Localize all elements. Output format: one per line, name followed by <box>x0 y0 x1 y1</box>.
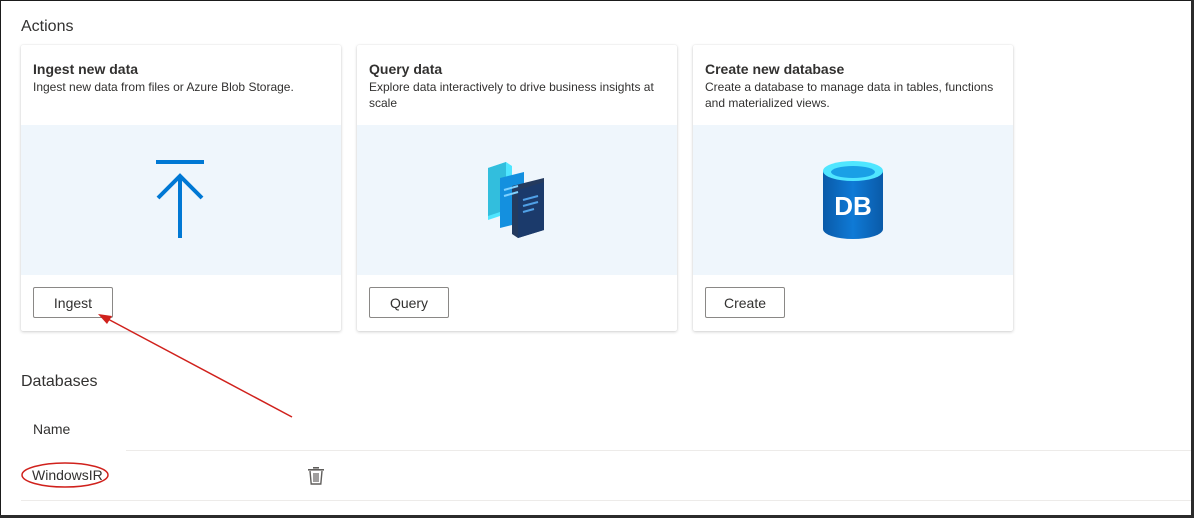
query-card: Query data Explore data interactively to… <box>357 45 677 331</box>
query-illustration <box>357 125 677 275</box>
db-icon-text: DB <box>834 191 872 221</box>
ingest-illustration <box>21 125 341 275</box>
create-card-description: Create a database to manage data in tabl… <box>705 80 994 110</box>
actions-heading: Actions <box>21 18 74 35</box>
table-header: Name <box>21 410 1194 451</box>
query-card-description: Explore data interactively to drive busi… <box>369 80 654 110</box>
table-row[interactable]: WindowsIR <box>21 451 1194 501</box>
column-header-name[interactable]: Name <box>33 421 70 437</box>
create-illustration: DB <box>693 125 1013 275</box>
databases-heading: Databases <box>21 373 98 390</box>
database-name-link[interactable]: WindowsIR <box>32 467 103 483</box>
trash-icon <box>308 467 324 485</box>
ingest-card: Ingest new data Ingest new data from fil… <box>21 45 341 331</box>
query-documents-icon <box>488 162 544 238</box>
upload-arrow-icon <box>156 160 204 238</box>
ingest-card-description: Ingest new data from files or Azure Blob… <box>33 80 294 94</box>
create-button[interactable]: Create <box>705 287 785 318</box>
query-card-title: Query data <box>369 61 443 77</box>
query-button[interactable]: Query <box>369 287 449 318</box>
create-database-card: Create new database Create a database to… <box>693 45 1013 331</box>
create-card-title: Create new database <box>705 61 845 77</box>
row-divider <box>21 500 1194 501</box>
ingest-button[interactable]: Ingest <box>33 287 113 318</box>
delete-database-button[interactable] <box>306 465 326 487</box>
database-db-icon: DB <box>823 161 883 239</box>
ingest-card-title: Ingest new data <box>33 61 139 77</box>
